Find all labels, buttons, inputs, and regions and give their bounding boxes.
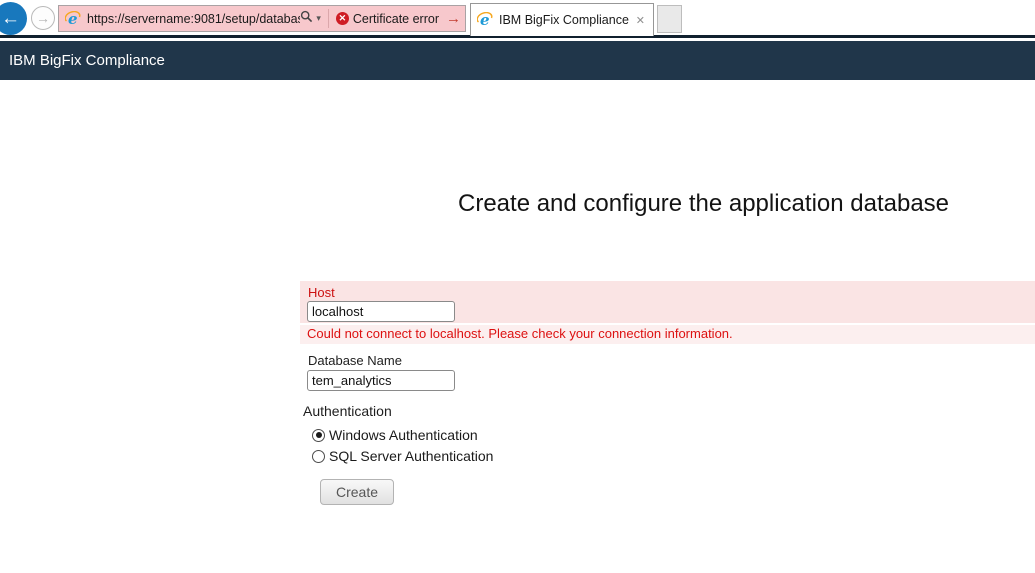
internet-explorer-icon: e <box>65 10 81 27</box>
sql-server-authentication-radio-label: SQL Server Authentication <box>329 448 494 464</box>
certificate-error-icon: ✕ <box>335 12 349 25</box>
forward-arrow-icon: → <box>36 10 50 26</box>
tab-title: IBM BigFix Compliance <box>499 13 629 27</box>
tab-close-icon[interactable]: ✕ <box>634 14 647 27</box>
certificate-error-label: Certificate error <box>352 11 439 26</box>
browser-tab[interactable]: e IBM BigFix Compliance ✕ <box>470 3 654 36</box>
radio-selected-icon[interactable] <box>312 428 325 442</box>
ie-browser-window: ← → e https://servername:9081/setup/data… <box>0 0 1035 573</box>
search-dropdown-chevron-icon[interactable]: ▾ <box>316 13 321 24</box>
back-button[interactable]: ← <box>0 2 27 35</box>
address-bar[interactable]: e https://servername:9081/setup/database… <box>58 5 466 32</box>
certificate-error-button[interactable]: ✕ Certificate error <box>335 11 439 26</box>
host-label: Host <box>308 285 335 300</box>
back-arrow-icon: ← <box>1 7 20 29</box>
app-header: IBM BigFix Compliance <box>0 41 1035 80</box>
database-name-input[interactable] <box>307 370 455 391</box>
go-arrow-icon[interactable]: → <box>446 10 461 27</box>
authentication-label: Authentication <box>303 403 392 419</box>
tab-favicon-icon: e <box>477 12 493 28</box>
windows-authentication-radio[interactable]: Windows Authentication <box>312 427 478 443</box>
database-name-label: Database Name <box>308 353 402 368</box>
forward-button[interactable]: → <box>31 6 55 30</box>
browser-chrome: ← → e https://servername:9081/setup/data… <box>0 0 1035 38</box>
page-title: Create and configure the application dat… <box>458 190 950 217</box>
create-button[interactable]: Create <box>320 479 395 505</box>
search-icon[interactable] <box>300 10 313 28</box>
url-text[interactable]: https://servername:9081/setup/database <box>87 12 300 26</box>
windows-authentication-radio-label: Windows Authentication <box>329 427 478 443</box>
host-input[interactable] <box>307 301 455 322</box>
address-bar-divider <box>327 9 329 28</box>
radio-unselected-icon[interactable] <box>312 449 325 463</box>
new-tab-button[interactable] <box>657 5 682 33</box>
sql-server-authentication-radio[interactable]: SQL Server Authentication <box>312 448 493 464</box>
host-error-message: Could not connect to localhost. Please c… <box>307 326 733 341</box>
app-header-title: IBM BigFix Compliance <box>9 52 165 69</box>
